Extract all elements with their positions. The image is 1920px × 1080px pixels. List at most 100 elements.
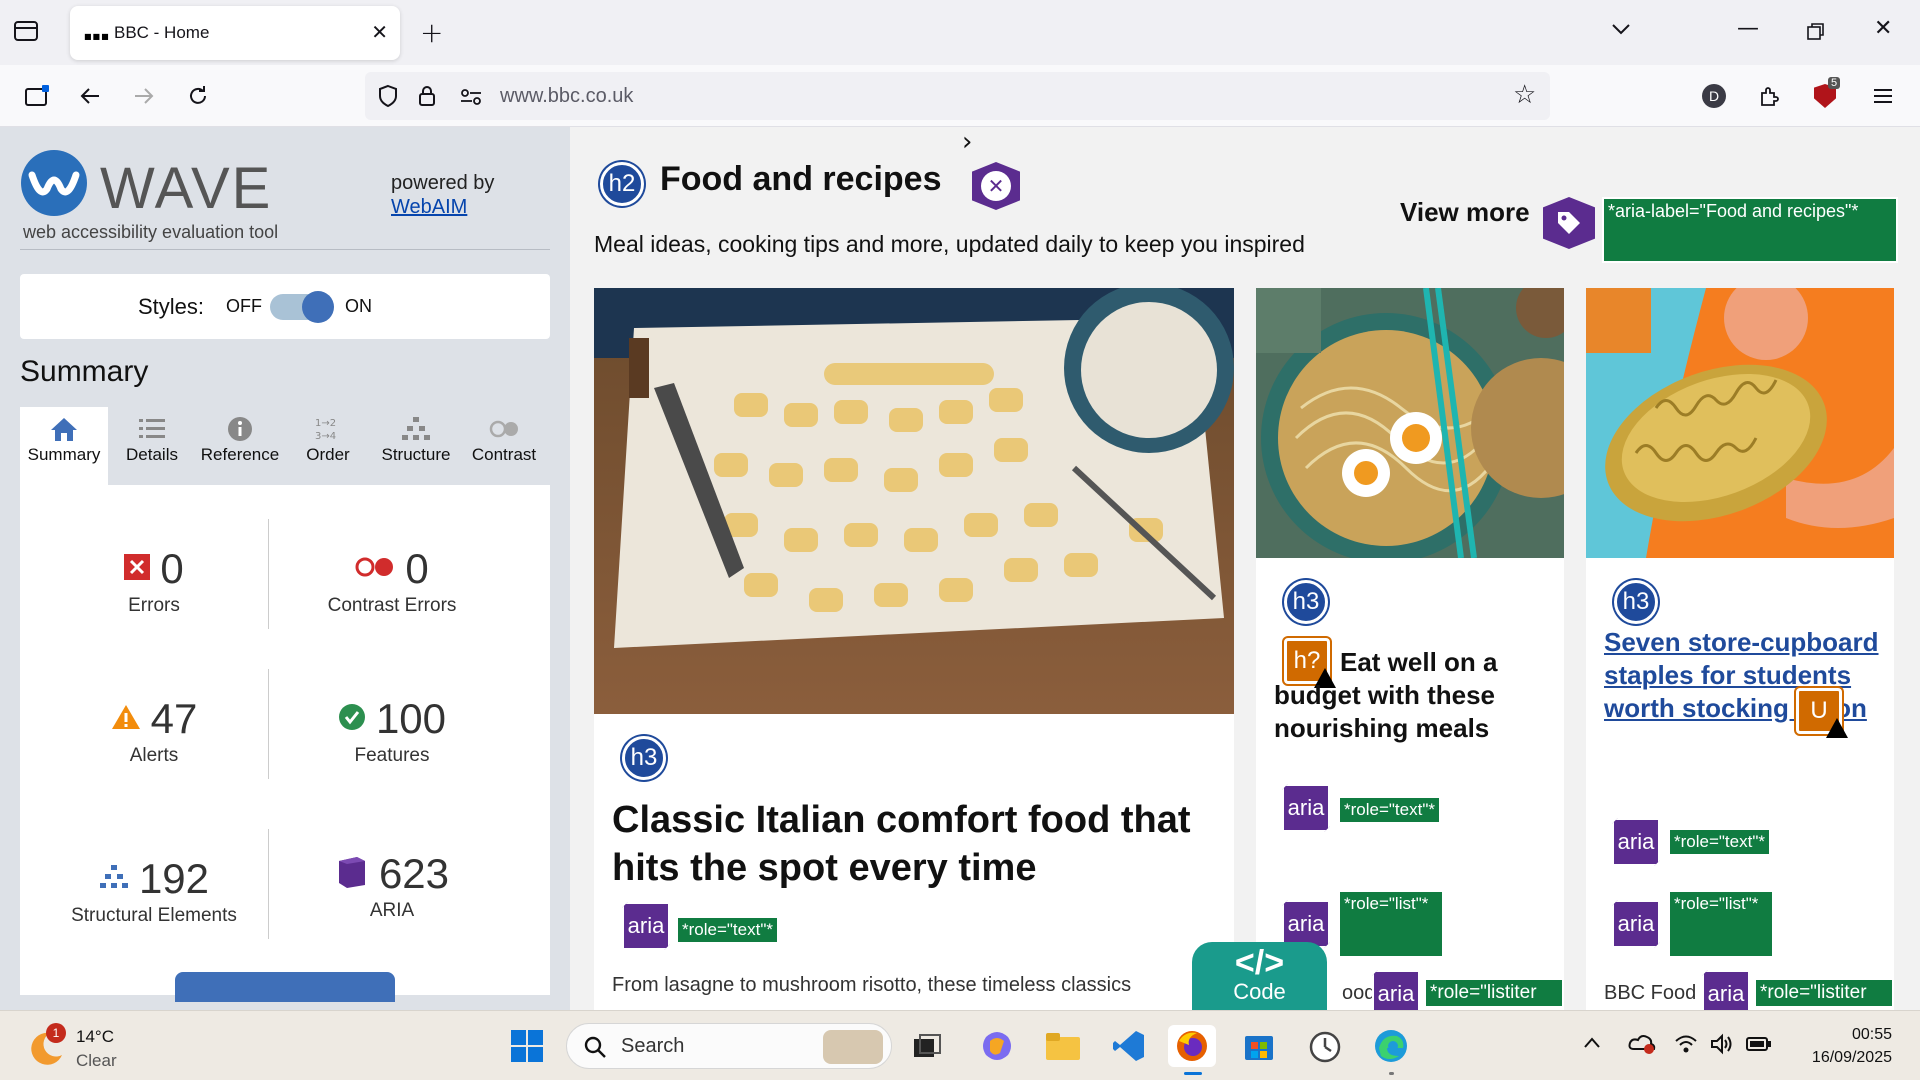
role-listitem-annotation[interactable]: *role="listiter <box>1754 978 1894 1008</box>
aria-badge[interactable]: aria <box>1702 970 1750 1010</box>
webaim-link[interactable]: WebAIM <box>391 196 467 218</box>
article-title[interactable]: Classic Italian comfort food that hits t… <box>612 796 1222 892</box>
role-list-annotation[interactable]: *role="list"* <box>1338 890 1444 958</box>
aria-badge[interactable]: aria <box>1612 818 1660 866</box>
taskbar-search[interactable]: Search <box>566 1023 892 1069</box>
stat-aria[interactable]: 623 ARIA <box>272 850 512 922</box>
tab-details[interactable]: Details <box>108 407 196 485</box>
tab-order[interactable]: 1→2 3→4 Order <box>284 407 372 485</box>
close-window-icon[interactable]: ✕ <box>1874 16 1892 41</box>
wave-title: WAVE <box>100 156 273 221</box>
article-title[interactable]: Seven store-cupboard staples for student… <box>1604 626 1884 725</box>
aria-label-annotation[interactable]: *aria-label="Food and recipes"* <box>1602 197 1898 263</box>
role-list-annotation[interactable]: *role="list"* <box>1668 890 1774 958</box>
chevron-up-icon[interactable] <box>1582 1033 1602 1057</box>
copilot-icon[interactable] <box>976 1025 1018 1067</box>
bookmark-star-icon[interactable]: ☆ <box>1513 80 1536 110</box>
clock-app-icon[interactable] <box>1304 1025 1346 1067</box>
firefox-icon[interactable] <box>1168 1025 1216 1075</box>
section-description: Meal ideas, cooking tips and more, updat… <box>594 231 1305 257</box>
styles-toggle-switch[interactable] <box>270 291 334 323</box>
aria-badge[interactable]: aria <box>1372 970 1420 1010</box>
article-card-budget[interactable]: h3 h? Eat well on a budget with these no… <box>1256 288 1564 1010</box>
restore-icon[interactable] <box>1806 22 1826 48</box>
sidebar-toggle-icon[interactable] <box>20 79 54 113</box>
chevron-down-icon[interactable] <box>1610 18 1632 44</box>
view-details-button[interactable] <box>175 972 395 1002</box>
stat-features[interactable]: 100 Features <box>272 695 512 767</box>
stat-alerts[interactable]: 47 Alerts <box>34 695 274 767</box>
forward-icon[interactable] <box>127 79 161 113</box>
lock-icon[interactable] <box>417 84 437 113</box>
tab-summary[interactable]: Summary <box>20 407 108 485</box>
wifi-icon[interactable] <box>1674 1033 1698 1059</box>
chevron-right-icon[interactable]: › <box>962 127 972 157</box>
powered-by: powered by WebAIM <box>391 171 494 219</box>
heading-badge[interactable]: h3 <box>1614 580 1658 624</box>
wave-logo-icon <box>20 149 88 221</box>
microsoft-store-icon[interactable] <box>1238 1025 1280 1067</box>
wave-tab-strip: Summary Details Reference 1→2 3→4 Order S… <box>20 407 550 485</box>
heading-badge[interactable]: h3 <box>1284 580 1328 624</box>
new-tab-icon[interactable]: + <box>420 16 443 49</box>
tab-list-icon[interactable] <box>12 18 48 48</box>
role-annotation[interactable]: *role="text"* <box>1668 828 1771 856</box>
aria-badge[interactable]: aria <box>1282 784 1330 832</box>
extensions-icon[interactable] <box>1752 79 1786 113</box>
article-summary: From lasagne to mushroom risotto, these … <box>612 974 1132 996</box>
task-view-icon[interactable] <box>906 1025 948 1067</box>
vscode-icon[interactable] <box>1108 1025 1150 1067</box>
tab-structure[interactable]: Structure <box>372 407 460 485</box>
tin-can-image[interactable] <box>1586 288 1894 558</box>
permissions-icon[interactable] <box>459 87 483 111</box>
shield-icon[interactable] <box>377 84 399 113</box>
browser-tab[interactable]: ■■■ BBC - Home ✕ <box>70 6 400 60</box>
start-windows-icon[interactable] <box>506 1025 548 1067</box>
file-explorer-icon[interactable] <box>1042 1025 1084 1067</box>
account-avatar[interactable]: D <box>1697 79 1731 113</box>
battery-icon[interactable] <box>1746 1035 1772 1057</box>
role-listitem-annotation[interactable]: *role="listiter <box>1424 978 1564 1008</box>
aria-badge[interactable]: aria <box>1612 900 1660 948</box>
summary-panel: 0 Errors 0 Contrast Errors 47 Alerts 100… <box>20 485 550 1002</box>
edge-icon[interactable] <box>1370 1025 1412 1075</box>
aria-badge[interactable]: aria <box>622 902 670 950</box>
article-title[interactable]: Eat well on a budget with these nourishi… <box>1274 646 1554 745</box>
article-card-staples[interactable]: h3 Seven store-cupboard staples for stud… <box>1586 288 1894 1010</box>
code-panel-tab[interactable]: </> Code <box>1192 942 1327 1010</box>
view-more-link[interactable]: View more <box>1400 197 1530 228</box>
tab-label: Order <box>306 445 350 464</box>
aria-badge[interactable]: aria <box>1282 900 1330 948</box>
stat-errors[interactable]: 0 Errors <box>34 545 274 617</box>
weather-widget[interactable]: 1 14°C Clear <box>26 1023 117 1073</box>
close-tab-icon[interactable]: ✕ <box>371 20 388 44</box>
heading-badge[interactable]: h2 <box>600 162 644 206</box>
contrast-error-icon <box>355 556 395 583</box>
aria-label-tag-icon[interactable] <box>1543 197 1595 249</box>
toggle-knob[interactable] <box>302 291 334 323</box>
wave-extension-icon[interactable]: 5 <box>1808 77 1842 113</box>
ramen-image[interactable] <box>1256 288 1564 558</box>
tab-reference[interactable]: Reference <box>196 407 284 485</box>
alert-icon <box>111 704 141 735</box>
heading-badge[interactable]: h3 <box>622 736 666 780</box>
reload-icon[interactable] <box>181 79 215 113</box>
role-annotation[interactable]: *role="text"* <box>1338 796 1441 824</box>
aria-hidden-icon[interactable]: ✕ <box>972 162 1020 210</box>
back-icon[interactable] <box>73 79 107 113</box>
onedrive-error-icon[interactable] <box>1628 1033 1656 1059</box>
stat-contrast-errors[interactable]: 0 Contrast Errors <box>272 545 512 617</box>
error-icon <box>124 553 151 585</box>
article-card-main[interactable]: h3 Classic Italian comfort food that hit… <box>594 288 1234 1010</box>
minimize-icon[interactable]: — <box>1737 16 1759 41</box>
role-annotation[interactable]: *role="text"* <box>676 916 779 944</box>
tab-contrast[interactable]: Contrast <box>460 407 548 485</box>
address-bar[interactable]: www.bbc.co.uk ☆ <box>365 72 1550 120</box>
system-clock[interactable]: 00:55 16/09/2025 <box>1808 1023 1892 1069</box>
menu-icon[interactable] <box>1866 79 1900 113</box>
gnocchi-image[interactable] <box>594 288 1234 714</box>
features-label: Features <box>354 745 430 766</box>
volume-icon[interactable] <box>1710 1033 1734 1059</box>
stat-structural[interactable]: 192 Structural Elements <box>34 855 274 927</box>
contrast-icon <box>489 420 518 438</box>
